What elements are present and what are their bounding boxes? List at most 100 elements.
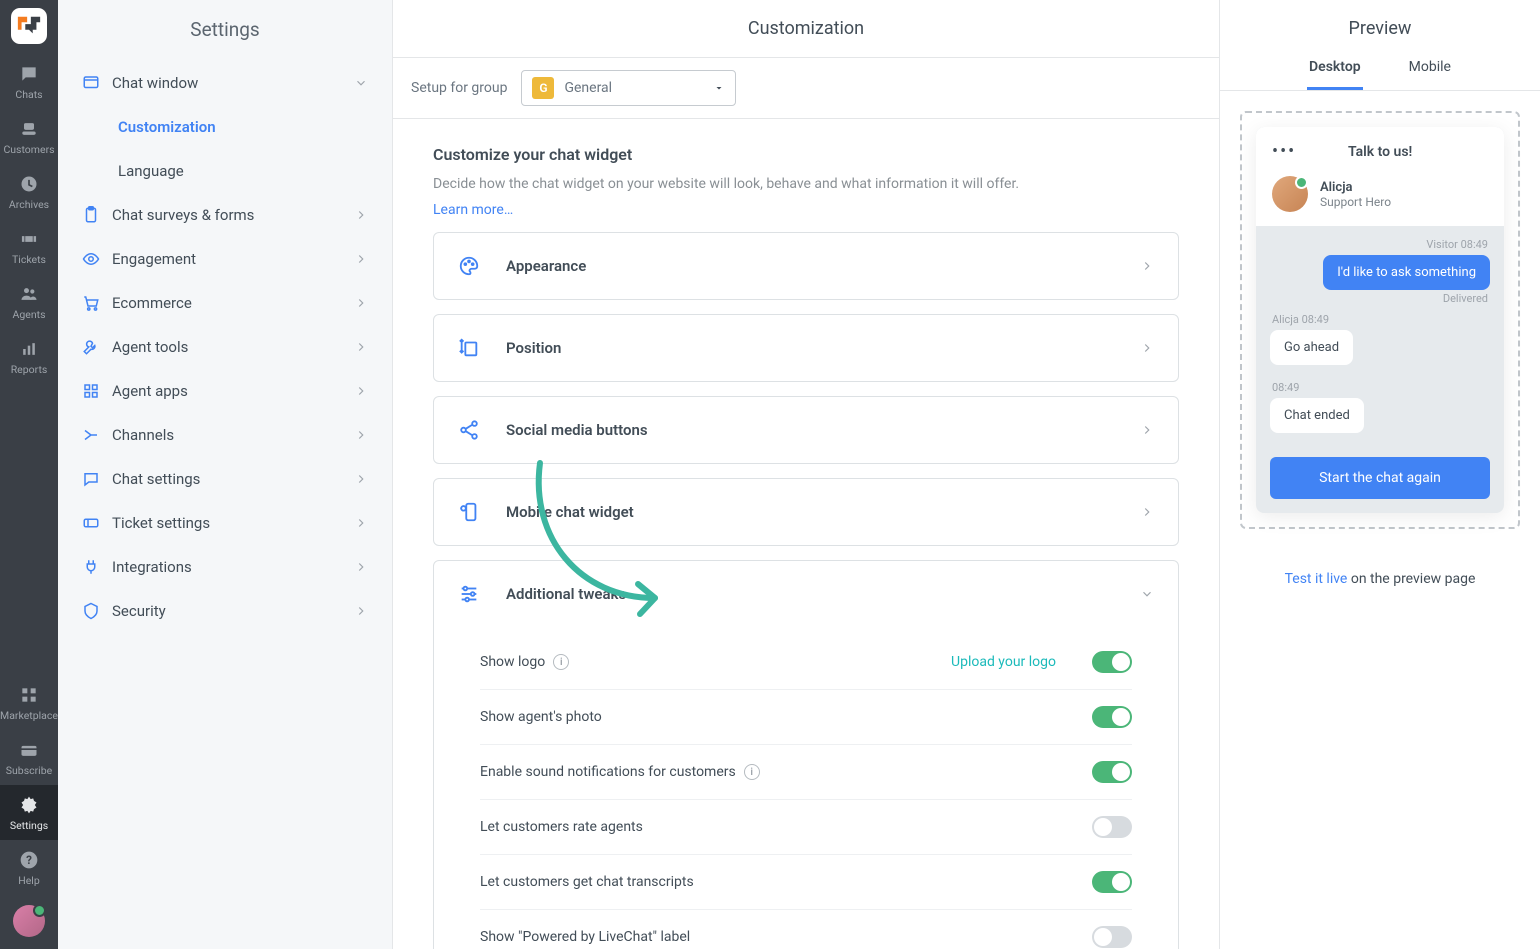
card-social: Social media buttons [433, 396, 1179, 464]
section-heading: Customize your chat widget [433, 145, 1179, 164]
card-tweaks-header[interactable]: Additional tweaks [434, 561, 1178, 627]
ticket-icon [82, 514, 100, 532]
group-value: General [564, 80, 612, 96]
chevron-right-icon [1140, 341, 1154, 355]
group-badge: G [532, 77, 554, 99]
menu-channels[interactable]: Channels [58, 413, 392, 457]
group-prefix-label: Setup for group [411, 80, 507, 96]
group-selector-bar: Setup for group G General [393, 58, 1219, 119]
preview-canvas: ••• Talk to us! Alicja Support Hero Visi… [1240, 111, 1520, 529]
agent-name: Alicja [1320, 180, 1391, 195]
menu-agent-apps[interactable]: Agent apps [58, 369, 392, 413]
nav-agents-label: Agents [13, 308, 46, 321]
svg-text:?: ? [26, 853, 32, 867]
info-icon[interactable]: i [744, 764, 760, 780]
nav-settings[interactable]: Settings [0, 785, 58, 840]
caret-down-icon [713, 82, 725, 94]
chevron-down-icon [354, 76, 368, 90]
submenu-language[interactable]: Language [58, 149, 392, 193]
toggle-transcripts[interactable] [1092, 871, 1132, 893]
shield-icon [82, 602, 100, 620]
chevron-right-icon [354, 340, 368, 354]
tab-mobile[interactable]: Mobile [1407, 49, 1453, 90]
menu-ticket-settings[interactable]: Ticket settings [58, 501, 392, 545]
tab-desktop[interactable]: Desktop [1307, 49, 1363, 90]
test-live-link[interactable]: Test it live [1285, 571, 1348, 587]
card-social-header[interactable]: Social media buttons [434, 397, 1178, 463]
chevron-right-icon [1140, 423, 1154, 437]
main-panel: Customization Setup for group G General … [393, 0, 1220, 949]
menu-agent-tools[interactable]: Agent tools [58, 325, 392, 369]
widget-header-title: Talk to us! [1296, 144, 1464, 160]
upload-logo-link[interactable]: Upload your logo [951, 654, 1056, 670]
chevron-right-icon [354, 472, 368, 486]
agent-role: Support Hero [1320, 195, 1391, 209]
nav-subscribe-label: Subscribe [6, 764, 52, 777]
card-appearance: Appearance [433, 232, 1179, 300]
chevron-down-icon [1140, 587, 1154, 601]
nav-marketplace[interactable]: Marketplace [0, 675, 58, 730]
nav-chats[interactable]: Chats [0, 54, 58, 109]
chevron-right-icon [354, 384, 368, 398]
card-mobile-header[interactable]: Mobile chat widget [434, 479, 1178, 545]
agent-bubble-1: Go ahead [1270, 330, 1353, 365]
preview-footer: Test it live on the preview page [1220, 571, 1540, 587]
learn-more-link[interactable]: Learn more… [433, 202, 513, 218]
nav-help[interactable]: ? Help [0, 840, 58, 895]
card-position: Position [433, 314, 1179, 382]
toggle-powered[interactable] [1092, 926, 1132, 948]
chevron-right-icon [354, 428, 368, 442]
chevron-right-icon [1140, 259, 1154, 273]
chevron-right-icon [354, 604, 368, 618]
nav-archives[interactable]: Archives [0, 164, 58, 219]
nav-customers[interactable]: Customers [0, 109, 58, 164]
chevron-right-icon [354, 252, 368, 266]
menu-surveys[interactable]: Chat surveys & forms [58, 193, 392, 237]
nav-tickets[interactable]: Tickets [0, 219, 58, 274]
wrench-icon [82, 338, 100, 356]
info-icon[interactable]: i [553, 654, 569, 670]
menu-ecommerce[interactable]: Ecommerce [58, 281, 392, 325]
nav-settings-label: Settings [10, 819, 48, 832]
chevron-right-icon [354, 208, 368, 222]
plug-icon [82, 558, 100, 576]
card-appearance-header[interactable]: Appearance [434, 233, 1178, 299]
toggle-rate[interactable] [1092, 816, 1132, 838]
card-tweaks: Additional tweaks Show logo i Upload you… [433, 560, 1179, 949]
nav-help-label: Help [18, 874, 40, 887]
agent-avatar [1272, 176, 1308, 212]
chat-widget-preview: ••• Talk to us! Alicja Support Hero Visi… [1256, 127, 1504, 513]
chevron-right-icon [354, 296, 368, 310]
menu-chat-settings[interactable]: Chat settings [58, 457, 392, 501]
time-meta: 08:49 [1272, 381, 1488, 394]
row-rate: Let customers rate agents [480, 800, 1132, 855]
brand-logo[interactable] [11, 8, 47, 44]
chat-icon [82, 470, 100, 488]
card-position-header[interactable]: Position [434, 315, 1178, 381]
row-show-logo: Show logo i Upload your logo [480, 635, 1132, 690]
nav-agents[interactable]: Agents [0, 274, 58, 329]
menu-chat-window[interactable]: Chat window [58, 61, 392, 105]
current-user-avatar[interactable] [13, 905, 45, 937]
nav-subscribe[interactable]: Subscribe [0, 730, 58, 785]
nav-reports[interactable]: Reports [0, 329, 58, 384]
section-lead: Decide how the chat widget on your websi… [433, 174, 1179, 195]
submenu-customization[interactable]: Customization [58, 105, 392, 149]
toggle-sound[interactable] [1092, 761, 1132, 783]
row-sound: Enable sound notifications for customers… [480, 745, 1132, 800]
toggle-show-logo[interactable] [1092, 651, 1132, 673]
widget-menu-icon[interactable]: ••• [1272, 141, 1296, 162]
group-select[interactable]: G General [521, 70, 736, 106]
global-nav-rail: Chats Customers Archives Tickets Agents … [0, 0, 58, 949]
nav-chats-label: Chats [15, 88, 42, 101]
menu-engagement[interactable]: Engagement [58, 237, 392, 281]
menu-integrations[interactable]: Integrations [58, 545, 392, 589]
agent-meta: Alicja 08:49 [1272, 313, 1488, 326]
share-icon [458, 419, 480, 441]
preview-tabs: Desktop Mobile [1220, 49, 1540, 91]
menu-security[interactable]: Security [58, 589, 392, 633]
start-chat-again-button[interactable]: Start the chat again [1270, 457, 1490, 499]
chevron-right-icon [1140, 505, 1154, 519]
sidebar-title: Settings [58, 0, 392, 61]
toggle-show-photo[interactable] [1092, 706, 1132, 728]
